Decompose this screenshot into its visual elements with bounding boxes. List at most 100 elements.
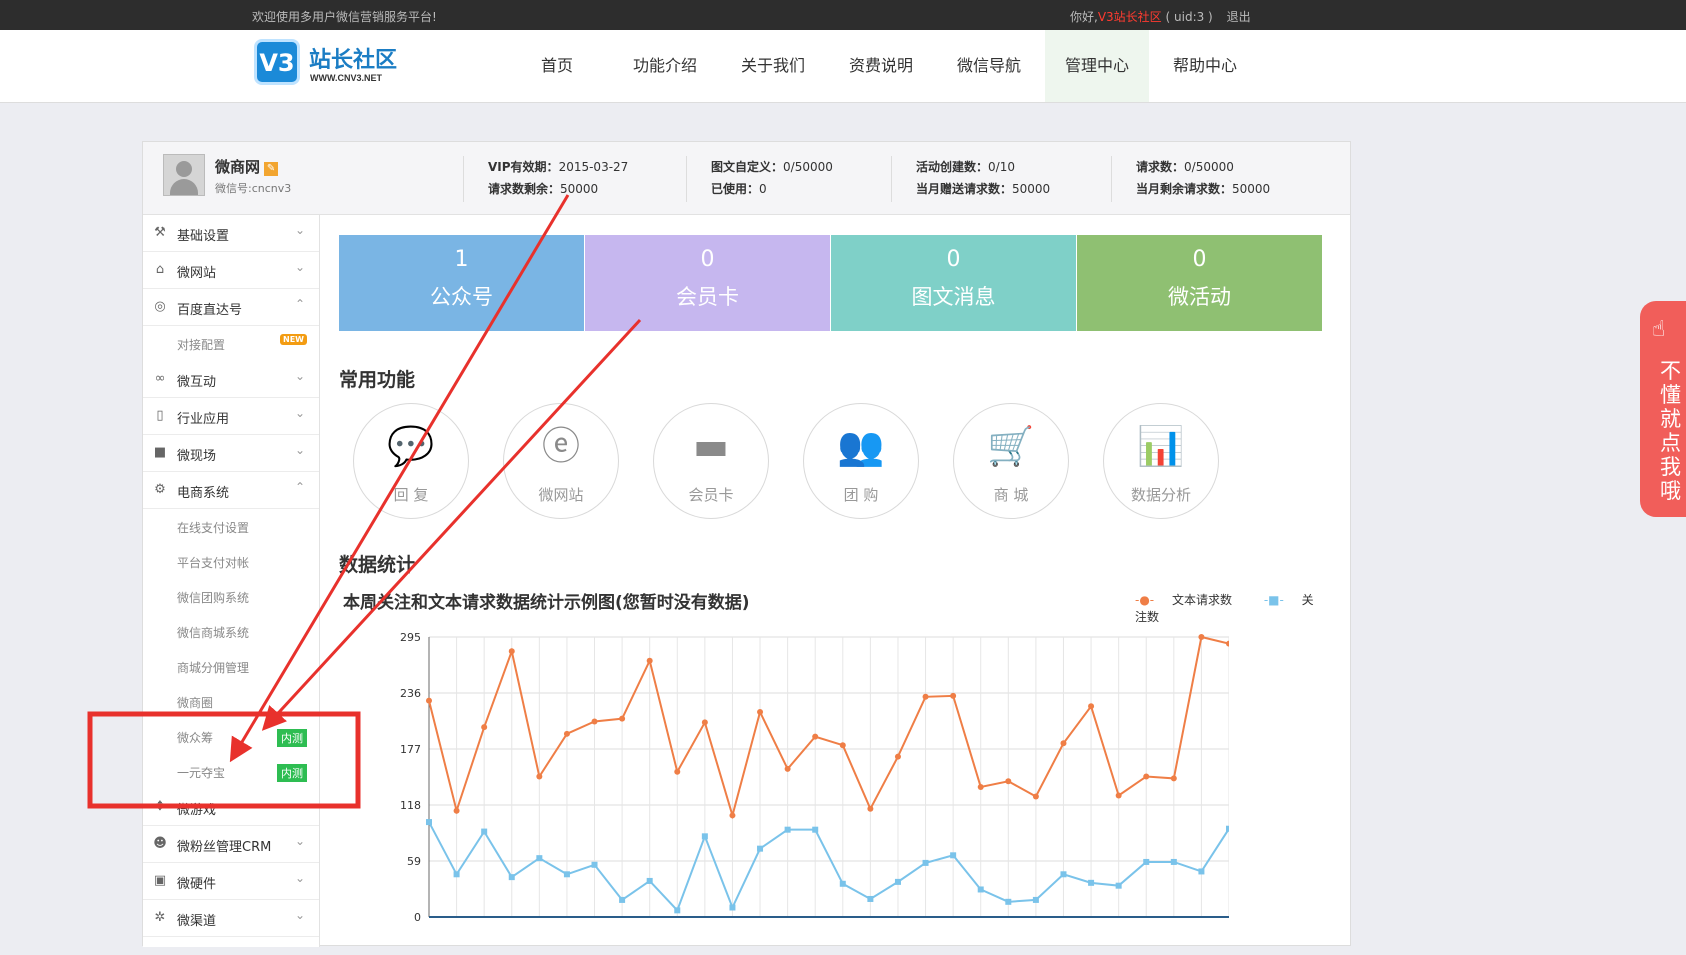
- sidebar-item-7[interactable]: ✥ 微游戏 ⌄: [143, 789, 319, 826]
- home-icon: ⌂: [155, 262, 165, 277]
- stat-vip: VIP有效期：2015-03-27 请求数剩余：50000: [463, 156, 628, 202]
- data-point: [894, 878, 901, 885]
- function-button-4[interactable]: 🛒 商 城: [953, 403, 1069, 519]
- data-point: [729, 904, 736, 911]
- data-point: [646, 657, 653, 664]
- custom-label: 图文自定义：: [711, 160, 784, 174]
- data-point: [922, 859, 929, 866]
- summary-tile-1[interactable]: 0 会员卡: [585, 235, 830, 331]
- sidebar-item-label: 微粉丝管理CRM: [177, 840, 272, 855]
- username-link[interactable]: V3站长社区: [1098, 10, 1162, 24]
- y-tick-label: 0: [414, 911, 421, 924]
- data-point: [1032, 793, 1039, 800]
- hand-pointer-icon: ☝: [1652, 317, 1666, 342]
- reply-icon: 💬: [387, 424, 435, 468]
- sidebar-item-0[interactable]: ⚒ 基础设置 ⌄: [143, 215, 319, 252]
- nav-item-6[interactable]: 帮助中心: [1153, 30, 1257, 102]
- welcome-text: 欢迎使用多用户微信营销服务平台!: [252, 10, 437, 24]
- data-point: [426, 819, 432, 826]
- function-button-0[interactable]: 💬 回 复: [353, 403, 469, 519]
- summary-tile-2[interactable]: 0 图文消息: [831, 235, 1076, 331]
- custom-value: 0/50000: [783, 160, 833, 174]
- sidebar-item-9[interactable]: ▣ 微硬件 ⌄: [143, 863, 319, 900]
- data-point: [701, 833, 708, 840]
- function-button-1[interactable]: ⓔ 微网站: [503, 403, 619, 519]
- nav-item-2[interactable]: 关于我们: [721, 30, 825, 102]
- sidebar-sub-label: 一元夺宝: [177, 766, 226, 780]
- nav-item-3[interactable]: 资费说明: [829, 30, 933, 102]
- sidebar-item-5[interactable]: ■ 微现场 ⌄: [143, 435, 319, 472]
- sidebar-sub-ecommerce-5[interactable]: 微商圈: [143, 684, 319, 719]
- account-name: 微商网 ✎: [215, 156, 279, 177]
- sidebar-item-10[interactable]: ✲ 微渠道 ⌄: [143, 900, 319, 937]
- stat-activity: 活动创建数：0/10 当月赠送请求数：50000: [891, 156, 1050, 202]
- sidebar-item-8[interactable]: ☻ 微粉丝管理CRM ⌄: [143, 826, 319, 863]
- function-button-3[interactable]: 👥 团 购: [803, 403, 919, 519]
- sidebar-sub-ecommerce-4[interactable]: 商城分佣管理: [143, 649, 319, 684]
- sidebar-sub-label: 平台支付对帐: [177, 556, 250, 570]
- main-panel: 微商网 ✎ 微信号:cncnv3 VIP有效期：2015-03-27 请求数剩余：…: [142, 141, 1351, 947]
- sidebar-sub-baidu-config[interactable]: 对接配置 NEW: [143, 326, 319, 361]
- sidebar-item-4[interactable]: ▯ 行业应用 ⌄: [143, 398, 319, 435]
- data-point: [1143, 858, 1150, 865]
- data-point: [977, 886, 984, 893]
- data-point: [839, 742, 846, 749]
- data-point: [646, 877, 653, 884]
- sidebar-sub-ecommerce-6[interactable]: 微众筹 内测: [143, 719, 319, 754]
- nav-item-0[interactable]: 首页: [505, 30, 609, 102]
- data-point: [674, 907, 681, 914]
- data-point: [508, 648, 515, 655]
- sidebar-sub-ecommerce-3[interactable]: 微信商城系统: [143, 614, 319, 649]
- data-point: [536, 773, 543, 780]
- data-point: [977, 783, 984, 790]
- top-bar: 欢迎使用多用户微信营销服务平台! 你好,V3站长社区 ( uid:3 ) 退出: [0, 0, 1686, 30]
- function-button-2[interactable]: ▬ 会员卡: [653, 403, 769, 519]
- bar-chart-icon: 📊: [1137, 424, 1185, 468]
- data-point: [1032, 896, 1039, 903]
- data-point: [619, 715, 626, 722]
- y-tick-label: 295: [400, 631, 421, 644]
- help-tab[interactable]: ☝ 不懂就点我哦: [1640, 301, 1686, 517]
- sidebar-item-1[interactable]: ⌂ 微网站 ⌄: [143, 252, 319, 289]
- baidu-icon: ◎: [154, 299, 166, 314]
- data-point: [757, 845, 764, 852]
- nav-item-5[interactable]: 管理中心: [1045, 30, 1149, 102]
- tile-count: 0: [700, 247, 715, 272]
- used-label: 已使用：: [711, 182, 760, 196]
- sidebar-sub-ecommerce-2[interactable]: 微信团购系统: [143, 579, 319, 614]
- sidebar-sub-label: 商城分佣管理: [177, 661, 250, 675]
- summary-tile-3[interactable]: 0 微活动: [1077, 235, 1322, 331]
- sidebar-sub-ecommerce-0[interactable]: 在线支付设置: [143, 509, 319, 544]
- logout-link[interactable]: 退出: [1227, 10, 1251, 24]
- logo-name: 站长社区: [309, 48, 398, 73]
- data-point: [453, 871, 460, 878]
- sidebar-item-2[interactable]: ◎ 百度直达号 ⌃: [143, 289, 319, 326]
- sidebar-item-6[interactable]: ⚙ 电商系统 ⌃: [143, 472, 319, 509]
- wrench-icon: ⚒: [154, 225, 166, 240]
- edit-icon[interactable]: ✎: [264, 162, 279, 176]
- cart-icon: 🛒: [987, 424, 1035, 468]
- series-line-0: [428, 635, 1229, 820]
- site-logo[interactable]: V3 站长社区 WWW.CNV3.NET: [252, 37, 412, 91]
- summary-tile-0[interactable]: 1 公众号: [339, 235, 584, 331]
- nav-item-4[interactable]: 微信导航: [937, 30, 1041, 102]
- legend-item-requests[interactable]: -●- 文本请求数: [1135, 593, 1246, 607]
- nav-item-1[interactable]: 功能介绍: [613, 30, 717, 102]
- data-point: [619, 896, 626, 903]
- remaining-value: 50000: [560, 182, 599, 196]
- data-point: [784, 826, 791, 833]
- sidebar-sub-ecommerce-7[interactable]: 一元夺宝 内测: [143, 754, 319, 789]
- sidebar-item-3[interactable]: ∞ 微互动 ⌄: [143, 361, 319, 398]
- line-chart: 0 59 118 177 236 295: [400, 631, 1229, 924]
- sidebar-item-label: 百度直达号: [177, 303, 243, 318]
- data-point: [922, 693, 929, 700]
- remaining-label: 请求数剩余：: [488, 182, 561, 196]
- new-badge: NEW: [280, 334, 307, 345]
- sidebar-sub-ecommerce-1[interactable]: 平台支付对帐: [143, 544, 319, 579]
- stat-custom: 图文自定义：0/50000 已使用：0: [686, 156, 833, 202]
- function-button-5[interactable]: 📊 数据分析: [1103, 403, 1219, 519]
- y-tick-label: 236: [400, 687, 421, 700]
- sidebar-sub-label: 微信团购系统: [177, 591, 250, 605]
- data-point: [1226, 640, 1229, 647]
- data-point: [1088, 879, 1095, 886]
